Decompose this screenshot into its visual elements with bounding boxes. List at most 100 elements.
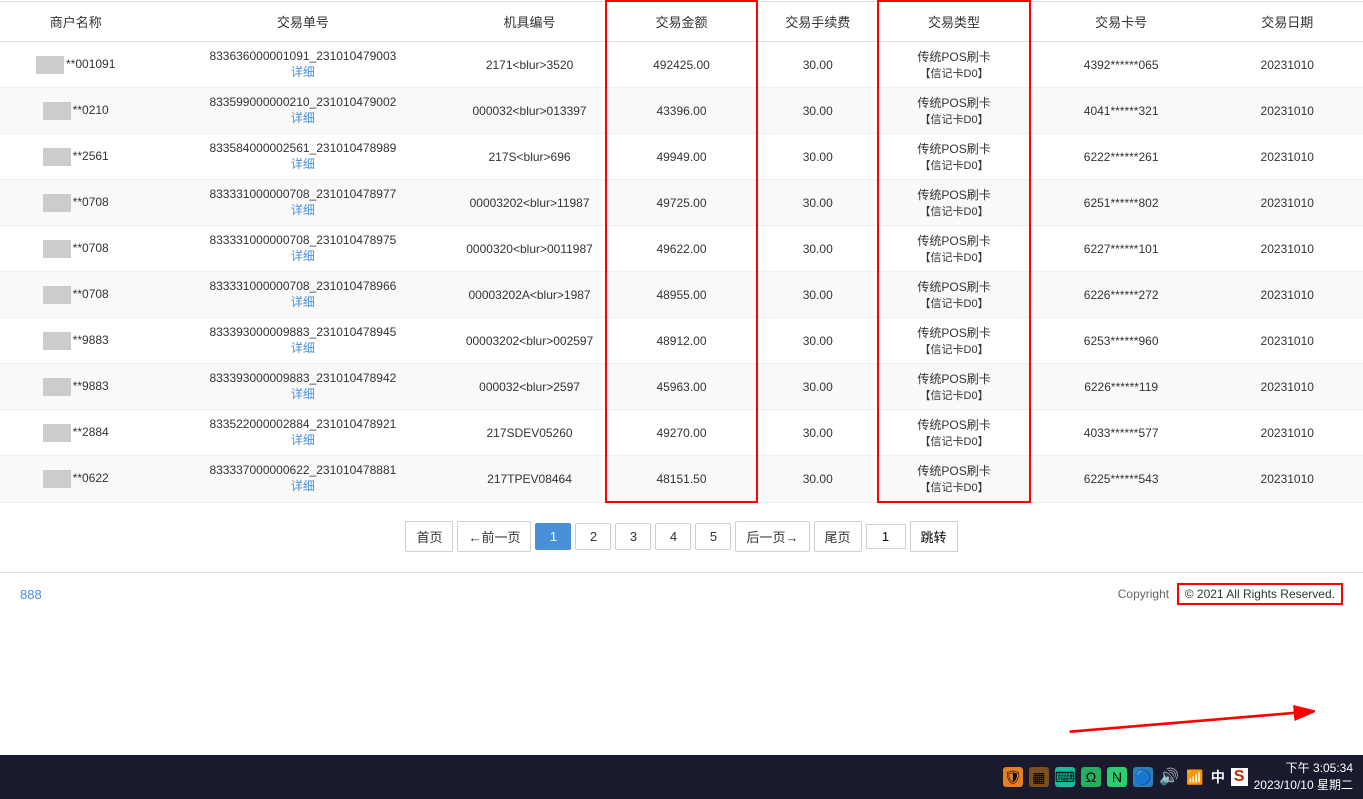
taskbar-date-value: 2023/10/10 星期二 — [1254, 777, 1353, 794]
merchant-name: **2561 — [73, 149, 109, 163]
device-cell: 2171<blur>3520 — [454, 42, 605, 88]
table-row: **0708833331000000708_231010478977详细0000… — [0, 180, 1363, 226]
date-cell: 20231010 — [1212, 42, 1363, 88]
merchant-avatar — [43, 102, 71, 120]
amount-cell: 49949.00 — [606, 134, 757, 180]
fee-cell: 30.00 — [757, 180, 878, 226]
card-cell: 6251******802 — [1030, 180, 1212, 226]
order-number: 833393000009883_231010478942 — [209, 371, 396, 385]
amount-cell: 43396.00 — [606, 88, 757, 134]
detail-link[interactable]: 详细 — [157, 293, 448, 310]
amount-cell: 48955.00 — [606, 272, 757, 318]
taskbar-lang[interactable]: 中 — [1211, 767, 1225, 787]
tray-icon-network[interactable]: 📶 — [1185, 767, 1205, 787]
page-btn-2[interactable]: 2 — [575, 523, 611, 550]
card-cell: 6225******543 — [1030, 456, 1212, 503]
amount-cell: 49622.00 — [606, 226, 757, 272]
merchant-cell: **0708 — [0, 226, 151, 272]
type-line1: 传统POS刷卡 — [917, 232, 990, 249]
type-line2: 【信记卡D0】 — [917, 65, 990, 81]
detail-link[interactable]: 详细 — [157, 155, 448, 172]
last-page-btn[interactable]: 尾页 — [814, 521, 862, 552]
tray-icon-3[interactable]: ⌨ — [1055, 767, 1075, 787]
fee-cell: 30.00 — [757, 226, 878, 272]
page-jump-input[interactable] — [866, 524, 906, 549]
merchant-avatar — [43, 424, 71, 442]
card-cell: 6226******119 — [1030, 364, 1212, 410]
col-header-merchant: 商户名称 — [0, 1, 151, 42]
device-cell: 217SDEV05260 — [454, 410, 605, 456]
order-cell: 833636000001091_231010479003详细 — [151, 42, 454, 88]
order-number: 833331000000708_231010478975 — [209, 233, 396, 247]
type-line1: 传统POS刷卡 — [917, 416, 990, 433]
type-line1: 传统POS刷卡 — [917, 462, 990, 479]
page-btn-4[interactable]: 4 — [655, 523, 691, 550]
prev-page-btn[interactable]: ←前一页 — [457, 521, 531, 552]
tray-icon-bluetooth[interactable]: 🔵 — [1133, 767, 1153, 787]
order-number: 833599000000210_231010479002 — [209, 95, 396, 109]
tray-icon-volume[interactable]: 🔊 — [1159, 767, 1179, 787]
page-btn-3[interactable]: 3 — [615, 523, 651, 550]
page-btn-5[interactable]: 5 — [695, 523, 731, 550]
merchant-name: **9883 — [73, 333, 109, 347]
type-line2: 【信记卡D0】 — [917, 203, 990, 219]
taskbar: 🛡 ▦ ⌨ Ω N 🔵 🔊 📶 中 S 下午 3:05:34 2023/10/1… — [0, 755, 1363, 799]
type-cell: 传统POS刷卡【信记卡D0】 — [878, 134, 1029, 180]
merchant-name: **0708 — [73, 241, 109, 255]
detail-link[interactable]: 详细 — [157, 201, 448, 218]
taskbar-tray: 🛡 ▦ ⌨ Ω N 🔵 🔊 📶 中 S 下午 3:05:34 2023/10/1… — [1003, 760, 1353, 794]
detail-link[interactable]: 详细 — [157, 247, 448, 264]
merchant-cell: **001091 — [0, 42, 151, 88]
merchant-name: **0210 — [73, 103, 109, 117]
date-cell: 20231010 — [1212, 364, 1363, 410]
table-row: **2884833522000002884_231010478921详细217S… — [0, 410, 1363, 456]
taskbar-datetime: 下午 3:05:34 2023/10/10 星期二 — [1254, 760, 1353, 794]
merchant-avatar — [43, 148, 71, 166]
order-cell: 833331000000708_231010478966详细 — [151, 272, 454, 318]
tray-icon-4[interactable]: Ω — [1081, 767, 1101, 787]
first-page-btn[interactable]: 首页 — [405, 521, 453, 552]
merchant-cell: **0708 — [0, 272, 151, 318]
device-cell: 217TPEV08464 — [454, 456, 605, 503]
table-row: **9883833393000009883_231010478945详细0000… — [0, 318, 1363, 364]
date-cell: 20231010 — [1212, 456, 1363, 503]
detail-link[interactable]: 详细 — [157, 339, 448, 356]
order-cell: 833599000000210_231010479002详细 — [151, 88, 454, 134]
tray-icon-2[interactable]: ▦ — [1029, 767, 1049, 787]
page-jump-btn[interactable]: 跳转 — [910, 521, 958, 552]
detail-link[interactable]: 详细 — [157, 63, 448, 80]
type-line2: 【信记卡D0】 — [917, 295, 990, 311]
type-cell: 传统POS刷卡【信记卡D0】 — [878, 318, 1029, 364]
fee-cell: 30.00 — [757, 42, 878, 88]
next-page-btn[interactable]: 后一页→ — [735, 521, 809, 552]
tray-icon-5[interactable]: N — [1107, 767, 1127, 787]
card-cell: 6222******261 — [1030, 134, 1212, 180]
device-cell: 0000320<blur>0011987 — [454, 226, 605, 272]
order-cell: 833393000009883_231010478945详细 — [151, 318, 454, 364]
device-cell: 000032<blur>013397 — [454, 88, 605, 134]
merchant-cell: **9883 — [0, 318, 151, 364]
copyright-text: © 2021 All Rights Reserved. — [1177, 583, 1343, 605]
table-row: **2561833584000002561_231010478989详细217S… — [0, 134, 1363, 180]
order-number: 833584000002561_231010478989 — [209, 141, 396, 155]
card-cell: 6253******960 — [1030, 318, 1212, 364]
type-cell: 传统POS刷卡【信记卡D0】 — [878, 364, 1029, 410]
fee-cell: 30.00 — [757, 272, 878, 318]
amount-cell: 45963.00 — [606, 364, 757, 410]
detail-link[interactable]: 详细 — [157, 477, 448, 494]
fee-cell: 30.00 — [757, 318, 878, 364]
amount-cell: 48912.00 — [606, 318, 757, 364]
detail-link[interactable]: 详细 — [157, 385, 448, 402]
detail-link[interactable]: 详细 — [157, 431, 448, 448]
detail-link[interactable]: 详细 — [157, 109, 448, 126]
device-cell: 00003202<blur>002597 — [454, 318, 605, 364]
page-btn-1[interactable]: 1 — [535, 523, 571, 550]
fee-cell: 30.00 — [757, 364, 878, 410]
type-cell: 传统POS刷卡【信记卡D0】 — [878, 42, 1029, 88]
taskbar-s-icon[interactable]: S — [1231, 768, 1248, 786]
date-cell: 20231010 — [1212, 318, 1363, 364]
tray-icon-1[interactable]: 🛡 — [1003, 767, 1023, 787]
type-line2: 【信记卡D0】 — [917, 111, 990, 127]
order-number: 833393000009883_231010478945 — [209, 325, 396, 339]
transaction-table: 商户名称 交易单号 机具编号 交易金额 交易手续费 交易类型 交易卡号 交易日期… — [0, 0, 1363, 503]
